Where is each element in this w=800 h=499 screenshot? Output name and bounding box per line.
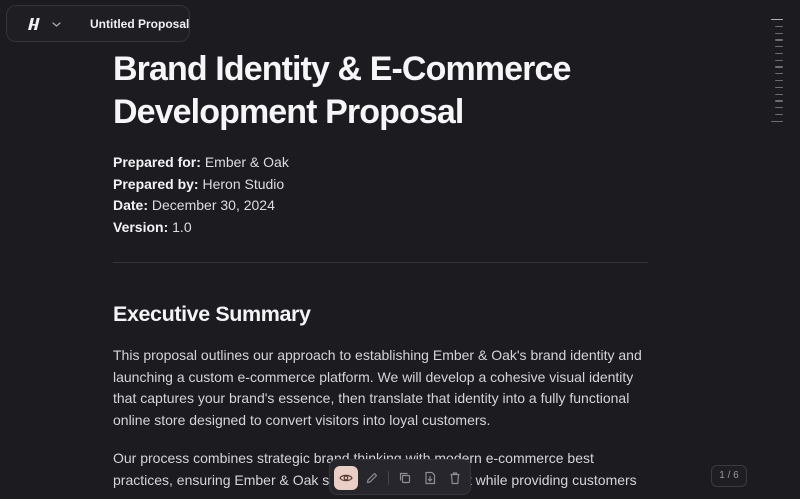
document-title-line2: Development Proposal [113, 93, 464, 131]
document-outline[interactable] [771, 19, 783, 128]
meta-prepared-for: Prepared for: Ember & Oak [113, 154, 289, 170]
outline-tick[interactable] [775, 93, 783, 95]
document-switcher[interactable]: Untitled Proposal [6, 5, 190, 42]
block-toolbar [329, 459, 471, 495]
page-indicator: 1 / 6 [711, 465, 747, 487]
document-title: Brand Identity & E-Commerce Development … [113, 48, 648, 134]
duplicate-button[interactable] [393, 466, 417, 490]
trash-icon [450, 472, 460, 485]
outline-tick[interactable] [771, 120, 783, 122]
outline-tick[interactable] [775, 80, 783, 82]
outline-tick[interactable] [775, 39, 783, 41]
meta-date: Date: December 30, 2024 [113, 197, 275, 213]
outline-tick[interactable] [771, 19, 783, 21]
copy-icon [399, 472, 411, 484]
download-button[interactable] [418, 466, 442, 490]
outline-tick[interactable] [775, 52, 783, 55]
document-body: Brand Identity & E-Commerce Development … [113, 48, 648, 491]
outline-tick[interactable] [775, 25, 783, 27]
edit-button[interactable] [360, 466, 384, 490]
outline-tick[interactable] [775, 107, 783, 109]
toolbar-separator [388, 471, 389, 485]
outline-tick[interactable] [775, 73, 783, 75]
section-divider [113, 262, 648, 263]
section-heading: Executive Summary [113, 302, 311, 326]
preview-button[interactable] [334, 466, 358, 490]
outline-tick[interactable] [775, 113, 783, 116]
outline-tick[interactable] [775, 46, 783, 48]
document-name[interactable]: Untitled Proposal [90, 17, 189, 31]
outline-tick[interactable] [775, 86, 783, 88]
chevron-down-icon[interactable] [52, 21, 61, 28]
delete-button[interactable] [443, 466, 467, 490]
document-title-line1: Brand Identity & E-Commerce [113, 50, 571, 88]
brand-logo-icon[interactable] [26, 16, 42, 32]
outline-tick[interactable] [775, 66, 783, 68]
paragraph: This proposal outlines our approach to e… [113, 347, 642, 428]
eye-icon [339, 474, 353, 482]
download-icon [425, 471, 436, 485]
outline-tick[interactable] [775, 59, 783, 61]
meta-prepared-by: Prepared by: Heron Studio [113, 175, 285, 192]
outline-tick[interactable] [775, 100, 783, 102]
document-meta: Prepared for: Ember & Oak Prepared by: H… [113, 152, 648, 238]
meta-version: Version: 1.0 [113, 218, 192, 235]
pencil-icon [366, 472, 378, 484]
app-window: Untitled Proposal Brand Identity & E-Com… [0, 0, 800, 499]
outline-tick[interactable] [775, 32, 783, 34]
